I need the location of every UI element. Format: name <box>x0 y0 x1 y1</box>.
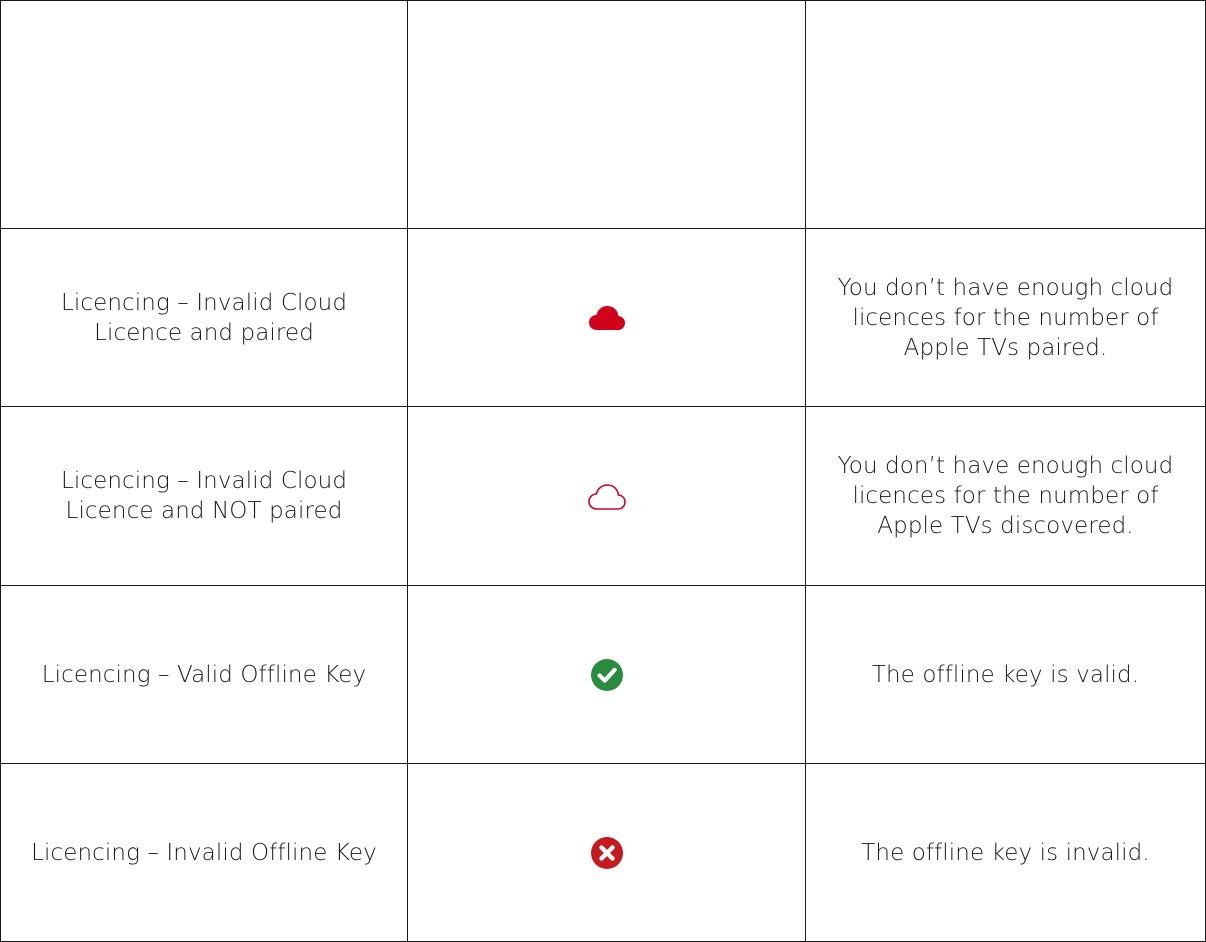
table-row: Licencing – Invalid Cloud Licence and NO… <box>0 406 1206 586</box>
licence-status-table: Licencing – Invalid Cloud Licence and pa… <box>0 0 1206 942</box>
status-name: Licencing – Invalid Cloud Licence and NO… <box>60 468 348 524</box>
status-icon-cell <box>407 406 806 586</box>
table-row: Licencing – Invalid Cloud Licence and pa… <box>0 228 1206 407</box>
status-name-cell: Licencing – Invalid Cloud Licence and pa… <box>0 228 408 407</box>
status-description: The offline key is invalid. <box>861 839 1150 866</box>
cloud-outline-red-icon <box>587 483 626 510</box>
status-description-cell: The offline key is valid. <box>805 585 1206 764</box>
status-description-cell: You don’t have enough cloud licences for… <box>805 228 1206 407</box>
check-circle-green-icon <box>590 658 624 692</box>
cloud-filled-red-icon <box>588 305 626 331</box>
status-icon-cell <box>407 763 806 942</box>
table-row <box>0 0 1206 229</box>
status-description: You don’t have enough cloud licences for… <box>837 274 1174 361</box>
status-name: Licencing – Invalid Offline Key <box>31 839 377 866</box>
status-name-cell: Licencing – Invalid Cloud Licence and NO… <box>0 406 408 586</box>
table-row: Licencing – Valid Offline Key The offlin… <box>0 585 1206 764</box>
status-name: Licencing – Invalid Cloud Licence and pa… <box>60 289 348 346</box>
status-description: You don’t have enough cloud licences for… <box>837 453 1174 539</box>
x-circle-red-icon <box>590 836 624 870</box>
status-name-cell <box>0 0 408 229</box>
status-name-cell: Licencing – Valid Offline Key <box>0 585 408 764</box>
status-icon-cell <box>407 228 806 407</box>
status-description-cell: You don’t have enough cloud licences for… <box>805 406 1206 586</box>
status-description: The offline key is valid. <box>871 661 1140 688</box>
table-row: Licencing – Invalid Offline Key The offl… <box>0 763 1206 942</box>
status-icon-cell <box>407 0 806 229</box>
status-description-cell: The offline key is invalid. <box>805 763 1206 942</box>
status-description-cell <box>805 0 1206 229</box>
status-name: Licencing – Valid Offline Key <box>41 661 367 688</box>
status-icon-cell <box>407 585 806 764</box>
status-name-cell: Licencing – Invalid Offline Key <box>0 763 408 942</box>
